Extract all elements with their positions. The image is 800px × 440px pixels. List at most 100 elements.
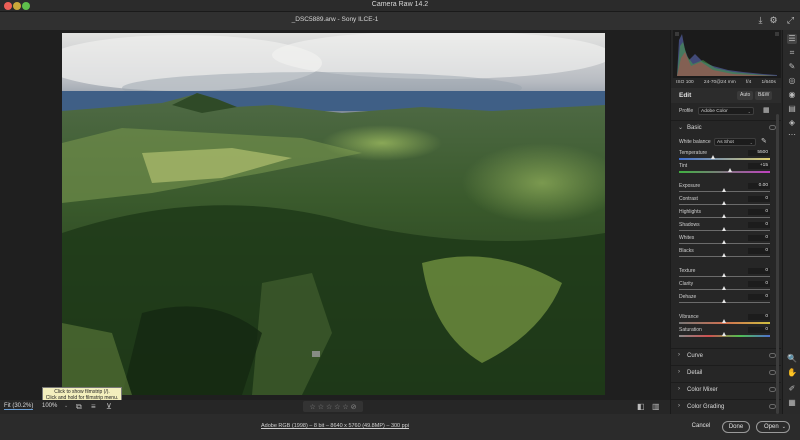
photo-preview[interactable] <box>62 33 605 395</box>
slider-value-field[interactable]: 0 <box>748 209 770 215</box>
slider-track[interactable] <box>679 158 770 160</box>
detail-title: Detail <box>687 370 703 376</box>
slider-vibrance[interactable]: Vibrance 0 <box>671 314 781 327</box>
red-eye-icon[interactable]: ◉ <box>787 90 797 100</box>
save-icon[interactable]: ⤓ <box>755 15 766 26</box>
slider-value-field[interactable]: 0.00 <box>748 183 770 189</box>
slider-thumb[interactable] <box>722 299 726 303</box>
slider-thumb[interactable] <box>722 188 726 192</box>
slider-value-field[interactable]: 0 <box>748 235 770 241</box>
slider-thumb[interactable] <box>711 155 716 159</box>
grid-overlay-icon[interactable]: ▦ <box>787 398 797 408</box>
chevron-down-icon[interactable]: ⌄ <box>782 422 786 433</box>
slider-exposure[interactable]: Exposure 0.00 <box>671 183 781 196</box>
slider-saturation[interactable]: Saturation 0 <box>671 327 781 340</box>
chevron-right-icon: › <box>678 386 680 392</box>
sort-icon[interactable]: ≡ <box>91 402 96 412</box>
done-button[interactable]: Done <box>722 421 750 433</box>
zoom-level-select[interactable]: 100% <box>42 403 57 409</box>
slider-value-field[interactable]: 0 <box>748 294 770 300</box>
masking-icon[interactable]: ◎ <box>787 76 797 86</box>
snapshots-icon[interactable]: ▤ <box>787 104 797 114</box>
eye-icon[interactable] <box>769 370 776 375</box>
star-rating[interactable]: ☆ ☆ ☆ ☆ ☆ ⊘ <box>303 401 363 412</box>
edit-title: Edit <box>679 92 692 99</box>
auto-button[interactable]: Auto <box>737 91 754 100</box>
filter-icon[interactable]: ⊻ <box>106 402 112 412</box>
file-title: _DSC5889.arw - Sony ILCE-1 <box>291 16 379 23</box>
slider-label: Texture <box>679 268 696 274</box>
crop-icon[interactable]: ⌗ <box>787 48 797 58</box>
view-options-icon[interactable]: ▥ <box>652 402 660 412</box>
canvas-toolbar: Fit (30.2%) 100% ⌄ ⧉ ≡ ⊻ ☆ ☆ ☆ ☆ ☆ ⊘ ◧ ▥ <box>0 400 670 414</box>
slider-temperature[interactable]: Temperature 5500 <box>671 150 781 163</box>
slider-contrast[interactable]: Contrast 0 <box>671 196 781 209</box>
slider-thumb[interactable] <box>722 201 726 205</box>
more-icon[interactable]: ⋯ <box>787 130 797 140</box>
curve-section-header[interactable]: › Curve <box>671 348 781 363</box>
slider-value-field[interactable]: 0 <box>748 196 770 202</box>
eye-icon[interactable] <box>769 404 776 409</box>
white-balance-select[interactable]: As Shot ⌄ <box>714 138 756 146</box>
eye-icon[interactable] <box>769 125 776 130</box>
panel-scrollbar[interactable] <box>776 114 779 414</box>
healing-icon[interactable]: ✎ <box>787 62 797 72</box>
slider-value-field[interactable]: 5500 <box>748 150 770 156</box>
slider-label: Contrast <box>679 196 698 202</box>
color-mixer-section-header[interactable]: › Color Mixer <box>671 382 781 397</box>
slider-thumb[interactable] <box>722 240 726 244</box>
tool-strip: ☰ ⌗ ✎ ◎ ◉ ▤ ◈ ⋯ 🔍 ✋ ✐ ▦ <box>782 30 800 414</box>
filmstrip-icon[interactable]: ⧉ <box>76 402 82 412</box>
slider-value-field[interactable]: 0 <box>748 281 770 287</box>
slider-thumb[interactable] <box>728 168 733 172</box>
slider-value-field[interactable]: 0 <box>748 222 770 228</box>
zoom-icon[interactable]: 🔍 <box>787 354 797 364</box>
slider-track[interactable] <box>679 171 770 173</box>
slider-thumb[interactable] <box>722 319 726 323</box>
profile-browser-icon[interactable]: ▦ <box>763 106 770 114</box>
slider-value-field[interactable]: +15 <box>748 163 770 169</box>
slider-value-field[interactable]: 0 <box>748 268 770 274</box>
slider-blacks[interactable]: Blacks 0 <box>671 248 781 261</box>
slider-thumb[interactable] <box>722 332 726 336</box>
window-title: Camera Raw 14.2 <box>371 1 429 8</box>
before-after-icon[interactable]: ◧ <box>637 402 645 412</box>
detail-section-header[interactable]: › Detail <box>671 365 781 380</box>
image-canvas[interactable] <box>0 30 670 400</box>
eye-icon[interactable] <box>769 387 776 392</box>
color-grading-section-header[interactable]: › Color Grading <box>671 399 781 414</box>
fullscreen-icon[interactable]: ⤢ <box>785 15 796 26</box>
zoom-dropdown-icon[interactable]: ⌄ <box>64 403 68 409</box>
slider-thumb[interactable] <box>722 286 726 290</box>
slider-tint[interactable]: Tint +15 <box>671 163 781 176</box>
cancel-button[interactable]: Cancel <box>685 421 717 433</box>
open-button[interactable]: Open ⌄ <box>756 421 790 433</box>
slider-value-field[interactable]: 0 <box>748 248 770 254</box>
eye-icon[interactable] <box>769 353 776 358</box>
zoom-fit-button[interactable]: Fit (30.2%) <box>4 403 34 410</box>
basic-section-header[interactable]: ⌄ Basic <box>671 120 781 135</box>
gear-icon[interactable]: ⚙ <box>768 15 779 26</box>
eyedropper-icon[interactable]: ✎ <box>761 137 767 145</box>
slider-thumb[interactable] <box>722 227 726 231</box>
hand-icon[interactable]: ✋ <box>787 368 797 378</box>
slider-highlights[interactable]: Highlights 0 <box>671 209 781 222</box>
slider-label: Highlights <box>679 209 701 215</box>
edit-tool-icon[interactable]: ☰ <box>787 34 797 44</box>
slider-thumb[interactable] <box>722 253 726 257</box>
slider-clarity[interactable]: Clarity 0 <box>671 281 781 294</box>
slider-dehaze[interactable]: Dehaze 0 <box>671 294 781 307</box>
slider-thumb[interactable] <box>722 273 726 277</box>
slider-texture[interactable]: Texture 0 <box>671 268 781 281</box>
profile-select[interactable]: Adobe Color ⌄ <box>698 107 754 115</box>
slider-thumb[interactable] <box>722 214 726 218</box>
slider-value-field[interactable]: 0 <box>748 314 770 320</box>
workflow-options-link[interactable]: Adobe RGB (1998) – 8 bit – 8640 x 5760 (… <box>0 423 670 429</box>
slider-whites[interactable]: Whites 0 <box>671 235 781 248</box>
slider-value-field[interactable]: 0 <box>748 327 770 333</box>
color-mixer-title: Color Mixer <box>687 387 718 393</box>
color-sampler-icon[interactable]: ✐ <box>787 384 797 394</box>
presets-icon[interactable]: ◈ <box>787 118 797 128</box>
slider-shadows[interactable]: Shadows 0 <box>671 222 781 235</box>
bw-button[interactable]: B&W <box>755 91 773 100</box>
